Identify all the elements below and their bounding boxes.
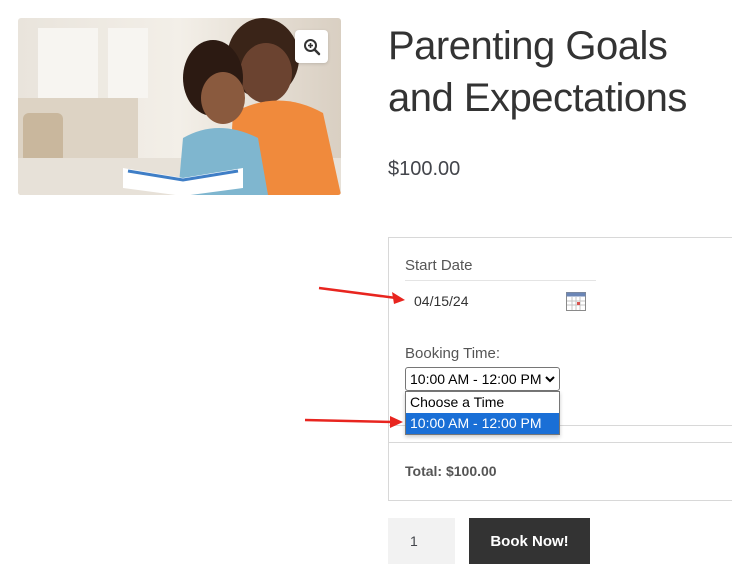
chevron-down-icon (545, 376, 555, 383)
booking-time-select[interactable]: 10:00 AM - 12:00 PM (405, 367, 560, 391)
product-title: Parenting Goals and Expectations (388, 24, 687, 120)
zoom-in-icon (303, 38, 320, 55)
zoom-button[interactable] (295, 30, 328, 63)
product-image (18, 18, 341, 195)
booking-time-selected: 10:00 AM - 12:00 PM (410, 371, 542, 387)
product-photo (18, 18, 341, 195)
quantity-input[interactable]: 1 (388, 518, 455, 564)
start-date-input[interactable]: 04/15/24 (414, 293, 469, 309)
product-price: $100.00 (388, 158, 461, 180)
booking-time-dropdown: Choose a Time 10:00 AM - 12:00 PM (405, 391, 560, 435)
time-option-selected[interactable]: 10:00 AM - 12:00 PM (406, 413, 559, 434)
book-now-button[interactable]: Book Now! (469, 518, 590, 564)
start-date-label: Start Date (405, 257, 473, 274)
divider (388, 442, 732, 443)
date-field-underline (405, 280, 596, 281)
booking-time-label: Booking Time: (405, 345, 501, 362)
calendar-icon[interactable] (566, 292, 586, 316)
time-option[interactable]: Choose a Time (406, 392, 559, 413)
booking-total: Total: $100.00 (405, 463, 497, 479)
